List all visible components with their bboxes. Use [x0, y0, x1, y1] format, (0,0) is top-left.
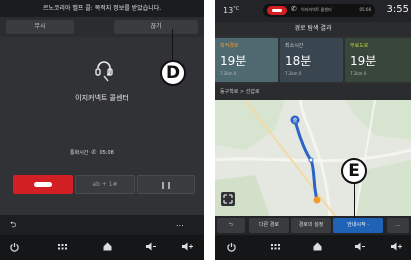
call-nav-bar: ⮌ ... — [0, 215, 204, 235]
route-option-fastest[interactable]: 최소시간 18분 7.2km 0 — [280, 38, 343, 82]
route-option-free-road[interactable]: 무료도로 19분 7.2km 0 — [345, 38, 411, 82]
call-pill-text: 이지커넥트 콜센터 — [301, 7, 332, 12]
hangup-button[interactable] — [13, 175, 73, 194]
caller-name: 이지커넥트 콜센터 — [75, 94, 129, 102]
phone-hangup-icon[interactable] — [267, 6, 287, 15]
alternative-route-button[interactable]: 다른 경로 — [249, 218, 289, 233]
duration-label: 통화시간 — [70, 150, 89, 156]
volume-up-icon[interactable] — [391, 242, 402, 251]
callout-d: D — [160, 60, 186, 86]
call-duration: 통화시간 ✆ 05:08 — [70, 148, 114, 157]
power-icon[interactable] — [227, 242, 236, 252]
system-bar-left — [0, 235, 204, 260]
voice-assistant-icon — [95, 61, 113, 82]
back-arrow-icon[interactable]: ⮌ — [10, 220, 16, 230]
clock: 3:55 — [386, 4, 409, 15]
menu-grid-icon[interactable] — [58, 244, 67, 250]
more-button[interactable]: ... — [387, 218, 409, 233]
start-marker: 출 — [293, 117, 298, 124]
call-pill-time: 05:08 — [359, 7, 371, 12]
hold-button[interactable] — [137, 175, 195, 194]
phone-icon: ✆ — [91, 149, 97, 156]
route-action-bar: ⮌ 다른 경로 경로의 설정 안내시작 · ... — [215, 216, 411, 235]
power-icon[interactable] — [10, 242, 19, 252]
duration-value: 05:08 — [99, 150, 114, 156]
phone-icon: ✆ — [291, 5, 297, 13]
route-option-optimal[interactable]: 최적경로 19분 7.2km 0 — [215, 38, 278, 82]
back-button[interactable]: ⮌ — [217, 218, 245, 233]
more-button[interactable]: ... — [176, 219, 184, 229]
route-settings-button[interactable]: 경로의 설정 — [291, 218, 331, 233]
back-arrow-icon: ⮌ — [228, 222, 233, 228]
home-icon[interactable] — [103, 242, 112, 251]
navigation-screen: 13°C ✆ 이지커넥트 콜센터 05:08 3:55 경로 탐색 결과 최적경… — [215, 0, 411, 260]
call-notification-header: 르노코리아 벨프 콜: 목적지 정보를 받았습니다. — [0, 0, 204, 17]
system-bar-right — [215, 235, 411, 260]
route-map[interactable]: 출 — [215, 100, 411, 216]
start-guidance-button[interactable]: 안내시작 · — [333, 218, 383, 233]
route-via-text: 동구학로 > 선갑로 — [215, 84, 411, 100]
pause-icon — [162, 182, 164, 189]
status-bar: 13°C ✆ 이지커넥트 콜센터 05:08 3:55 — [215, 0, 411, 22]
home-icon[interactable] — [313, 242, 322, 251]
end-notification-button[interactable]: 끊기 — [114, 20, 198, 34]
callout-e: E — [341, 158, 367, 184]
call-screen: 르노코리아 벨프 콜: 목적지 정보를 받았습니다. 무시 끊기 이지커넥트 콜… — [0, 0, 204, 260]
temperature: 13°C — [223, 6, 240, 15]
active-call-pill[interactable]: ✆ 이지커넥트 콜센터 05:08 — [263, 4, 375, 17]
ignore-button[interactable]: 무시 — [6, 20, 74, 34]
map-canvas: 출 — [215, 100, 411, 216]
volume-down-icon[interactable] — [146, 242, 156, 251]
callout-e-leader — [354, 184, 355, 218]
route-options: 최적경로 19분 7.2km 0 최소시간 18분 7.2km 0 무료도로 1… — [215, 36, 411, 84]
keypad-button[interactable]: ab + 1# — [75, 175, 135, 194]
menu-grid-icon[interactable] — [271, 244, 280, 250]
volume-down-icon[interactable] — [355, 242, 365, 251]
volume-up-icon[interactable] — [182, 242, 193, 251]
route-results-title: 경로 탐색 결과 — [215, 22, 411, 36]
phone-hangup-icon — [34, 182, 52, 187]
callout-d-leader — [172, 29, 173, 60]
call-actions-bar: 무시 끊기 — [0, 17, 204, 37]
